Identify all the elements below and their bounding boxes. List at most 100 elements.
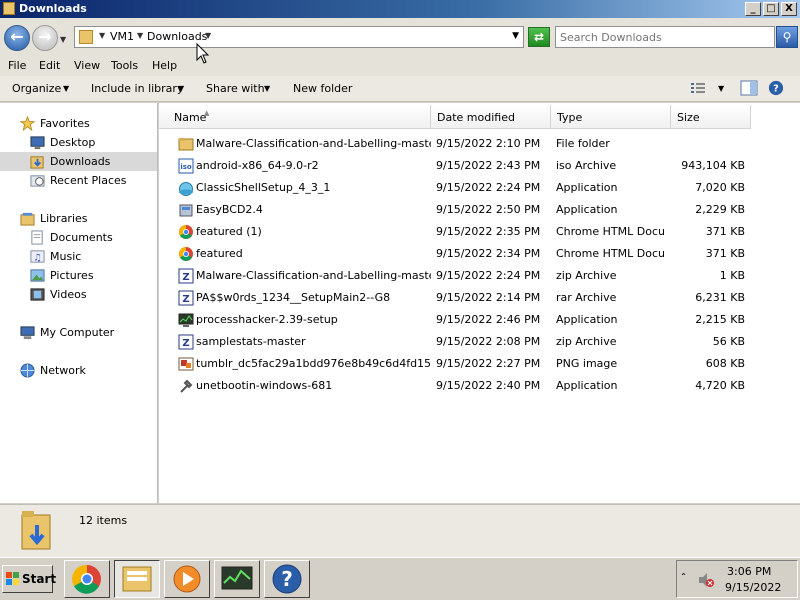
- preview-pane-icon[interactable]: [740, 80, 758, 96]
- nav-documents[interactable]: Documents: [0, 228, 157, 247]
- file-size: 56 KB: [712, 335, 745, 348]
- svg-text:Z: Z: [182, 272, 189, 283]
- item-count: 12 items: [79, 514, 128, 527]
- nav-libraries[interactable]: Libraries: [0, 209, 157, 228]
- nav-label: Recent Places: [50, 174, 127, 187]
- folder-icon: [79, 30, 93, 44]
- file-date-modified: 9/15/2022 2:14 PM: [436, 291, 541, 304]
- nav-label: Favorites: [40, 117, 90, 130]
- menu-edit[interactable]: Edit: [39, 59, 60, 72]
- taskbar-help[interactable]: ?: [264, 560, 310, 598]
- search-icon[interactable]: ⚲: [776, 26, 798, 48]
- minimize-button[interactable]: _: [745, 2, 761, 16]
- recent-pages-dropdown-icon[interactable]: ▼: [60, 35, 66, 44]
- column-header-type[interactable]: Type: [551, 105, 671, 129]
- column-header-size[interactable]: Size: [671, 105, 751, 129]
- file-row[interactable]: Z Malware-Classification-and-Labelling-ma…: [159, 265, 800, 287]
- file-row[interactable]: EasyBCD2.4 9/15/2022 2:50 PM Application 2,…: [159, 199, 800, 221]
- help-icon: ?: [272, 564, 302, 594]
- breadcrumb-downloads[interactable]: Downloads: [147, 30, 207, 43]
- breadcrumb-vm1[interactable]: VM1: [110, 30, 134, 43]
- nav-label: Videos: [50, 288, 87, 301]
- forward-button[interactable]: →: [32, 25, 58, 51]
- file-size: 2,215 KB: [695, 313, 745, 326]
- chevron-down-icon[interactable]: ▼: [205, 31, 211, 40]
- taskbar: Start ? ˆ 3:06 PM 9/15/2022: [0, 557, 800, 600]
- nav-label: Libraries: [40, 212, 88, 225]
- archive-icon: Z: [178, 268, 194, 284]
- include-in-library-button[interactable]: Include in library: [91, 82, 183, 95]
- file-row[interactable]: Z PA$$w0rds_1234__SetupMain2--G8 9/15/2022…: [159, 287, 800, 309]
- search-input[interactable]: [560, 28, 770, 46]
- taskbar-chrome[interactable]: [64, 560, 110, 598]
- file-name: samplestats-master: [196, 335, 306, 348]
- pictures-icon: [30, 269, 45, 282]
- search-box[interactable]: [555, 26, 775, 48]
- column-header-date[interactable]: Date modified: [431, 105, 551, 129]
- nav-label: Pictures: [50, 269, 94, 282]
- chevron-down-icon[interactable]: ▼: [137, 31, 143, 40]
- file-name: EasyBCD2.4: [196, 203, 263, 216]
- close-button[interactable]: X: [781, 2, 797, 16]
- taskbar-media-player[interactable]: [164, 560, 210, 598]
- svg-text:Z: Z: [182, 338, 189, 349]
- nav-pictures[interactable]: Pictures: [0, 266, 157, 285]
- back-button[interactable]: ←: [4, 25, 30, 51]
- taskbar-explorer[interactable]: [114, 560, 160, 598]
- show-hidden-icons-icon[interactable]: ˆ: [681, 573, 686, 584]
- folder-icon: [122, 566, 152, 592]
- file-row[interactable]: Malware-Classification-and-Labelling-mas…: [159, 133, 800, 155]
- clock-time[interactable]: 3:06 PM: [727, 565, 771, 578]
- nav-my-computer[interactable]: My Computer: [0, 323, 157, 342]
- file-size: 4,720 KB: [695, 379, 745, 392]
- nav-network[interactable]: Network: [0, 361, 157, 380]
- nav-downloads[interactable]: Downloads: [0, 152, 157, 171]
- monitor-icon: [221, 566, 253, 590]
- file-row[interactable]: Zsamplestats-master 9/15/2022 2:08 PM zip …: [159, 331, 800, 353]
- file-row[interactable]: iso android-x86_64-9.0-r2 9/15/2022 2:43 P…: [159, 155, 800, 177]
- documents-icon: [31, 230, 43, 245]
- file-row[interactable]: featured (1) 9/15/2022 2:35 PM Chrome HTML…: [159, 221, 800, 243]
- maximize-button[interactable]: □: [763, 2, 779, 16]
- recent-places-icon: [30, 175, 45, 187]
- file-row[interactable]: ClassicShellSetup_4_3_1 9/15/2022 2:24 PM…: [159, 177, 800, 199]
- file-row[interactable]: processhacker-2.39-setup 9/15/2022 2:46 P…: [159, 309, 800, 331]
- shell-icon: [179, 182, 193, 196]
- file-row[interactable]: tumblr_dc5fac29a1bdd976e8b49c6d4fd157e..…: [159, 353, 800, 375]
- help-icon[interactable]: ?: [767, 80, 785, 96]
- file-date-modified: 9/15/2022 2:24 PM: [436, 269, 541, 282]
- menu-help[interactable]: Help: [152, 59, 177, 72]
- file-row[interactable]: unetbootin-windows-681 9/15/2022 2:40 PM A…: [159, 375, 800, 397]
- nav-videos[interactable]: Videos: [0, 285, 157, 304]
- chevron-down-icon[interactable]: ▼: [718, 84, 724, 93]
- address-history-dropdown-icon[interactable]: ▼: [512, 31, 519, 41]
- start-button[interactable]: Start: [2, 565, 56, 593]
- nav-recent-places[interactable]: Recent Places: [0, 171, 157, 190]
- file-name: featured: [196, 247, 243, 260]
- nav-music[interactable]: ♫ Music: [0, 247, 157, 266]
- title-bar: Downloads _ □ X: [0, 0, 800, 18]
- clock-date[interactable]: 9/15/2022: [725, 581, 781, 594]
- address-bar[interactable]: ▼ VM1 ▼ Downloads ▼ ▼: [74, 26, 524, 48]
- star-icon: [20, 116, 35, 131]
- refresh-button[interactable]: ⇄: [528, 27, 550, 47]
- svg-text:Z: Z: [182, 294, 189, 305]
- folder-icon: [3, 2, 15, 15]
- view-options-icon[interactable]: [689, 80, 707, 96]
- file-row[interactable]: featured 9/15/2022 2:34 PM Chrome HTML Doc…: [159, 243, 800, 265]
- nav-label: Desktop: [50, 136, 96, 149]
- new-folder-button[interactable]: New folder: [293, 82, 352, 95]
- menu-file[interactable]: File: [8, 59, 26, 72]
- column-header-name[interactable]: Name ▲: [159, 105, 431, 129]
- organize-button[interactable]: Organize: [12, 82, 61, 95]
- media-player-icon: [173, 565, 201, 593]
- nav-label: Network: [40, 364, 86, 377]
- share-with-button[interactable]: Share with: [206, 82, 265, 95]
- chevron-down-icon[interactable]: ▼: [99, 31, 105, 40]
- menu-tools[interactable]: Tools: [111, 59, 138, 72]
- speaker-muted-icon[interactable]: [697, 571, 715, 589]
- taskbar-process-monitor[interactable]: [214, 560, 260, 598]
- nav-desktop[interactable]: Desktop: [0, 133, 157, 152]
- menu-view[interactable]: View: [74, 59, 100, 72]
- nav-favorites[interactable]: Favorites: [0, 114, 157, 133]
